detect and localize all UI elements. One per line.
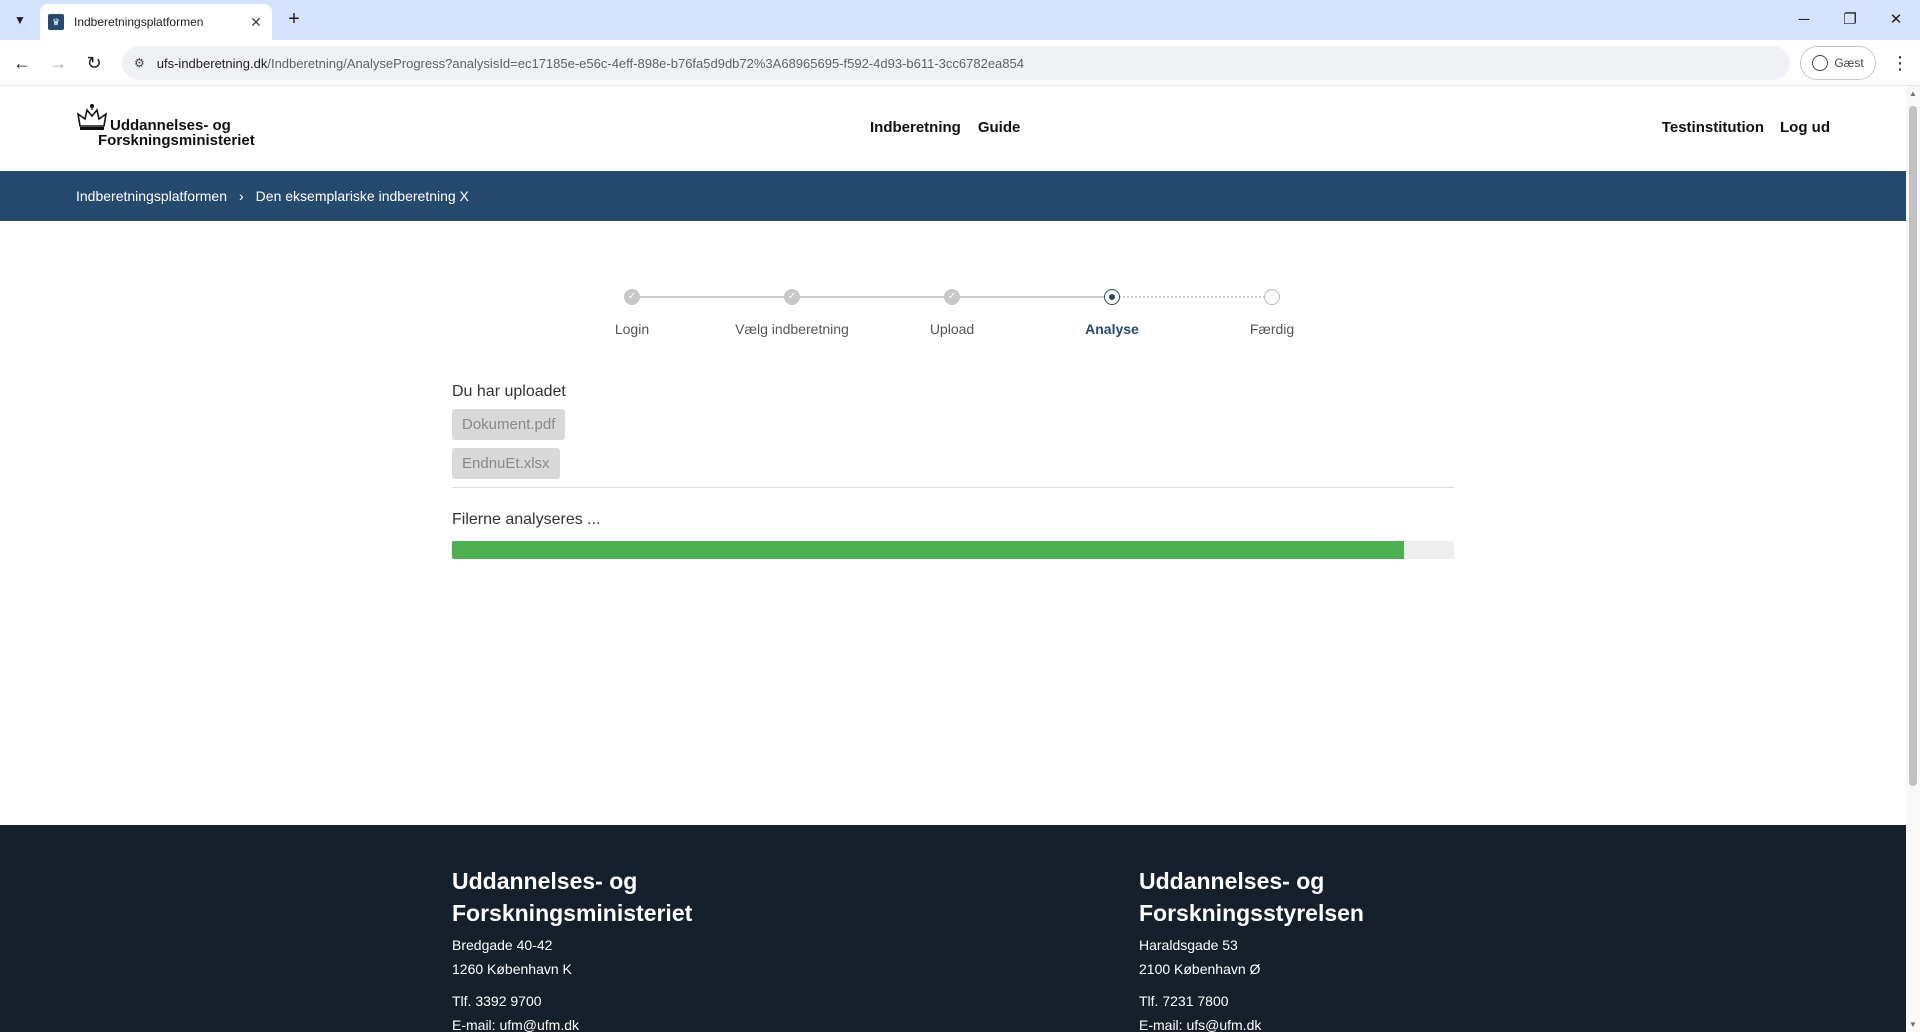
- close-window-icon[interactable]: ✕: [1878, 6, 1914, 34]
- tab-list-dropdown-icon[interactable]: ▼: [8, 8, 32, 32]
- nav-indberetning[interactable]: Indberetning: [870, 119, 961, 136]
- footer-ministry: Uddannelses- og Forskningsministeriet Bre…: [452, 865, 692, 1032]
- institution-link[interactable]: Testinstitution: [1662, 119, 1764, 136]
- new-tab-icon[interactable]: +: [282, 8, 306, 32]
- address-bar[interactable]: ⚙ ufs-indberetning.dk/Indberetning/Analy…: [122, 46, 1790, 80]
- page-viewport: Uddannelses- og Forskningsministeriet In…: [0, 86, 1906, 1032]
- upload-summary: Du har uploadet Dokument.pdf EndnuEt.xls…: [452, 383, 1454, 559]
- browser-tab-bar: ▼ ♛ Indberetningsplatformen ✕ + ─ ❐ ✕: [0, 0, 1920, 40]
- footer-agency: Uddannelses- og Forskningsstyrelsen Haral…: [1139, 865, 1364, 1032]
- ministry-logo[interactable]: Uddannelses- og Forskningsministeriet: [76, 102, 255, 148]
- progress-fill: [452, 541, 1404, 559]
- check-icon: ✓: [624, 289, 640, 305]
- analysis-status: Filerne analyseres ...: [452, 511, 601, 528]
- footer-address-1: Haraldsgade 53: [1139, 937, 1238, 953]
- check-icon: ✓: [944, 289, 960, 305]
- file-list: Dokument.pdf EndnuEt.xlsx: [452, 401, 1454, 479]
- progress-stepper: ✓ Login ✓ Vælg indberetning ✓ Upload Ana…: [600, 286, 1320, 346]
- scroll-down-icon[interactable]: ▼: [1908, 1020, 1918, 1029]
- browser-tab[interactable]: ♛ Indberetningsplatformen ✕: [40, 4, 272, 40]
- page-scrollbar[interactable]: ▲ ▼: [1906, 86, 1920, 1032]
- profile-icon: [1812, 55, 1829, 71]
- tab-title: Indberetningsplatformen: [74, 15, 204, 29]
- profile-label: Gæst: [1834, 56, 1864, 70]
- analysis-progress-bar: [452, 541, 1454, 559]
- footer-email[interactable]: E-mail: ufs@ufm.dk: [1139, 1013, 1364, 1032]
- file-chip: Dokument.pdf: [452, 409, 566, 440]
- user-nav: Testinstitution Log ud: [1662, 119, 1830, 136]
- breadcrumb: Indberetningsplatformen › Den eksemplari…: [0, 171, 1906, 221]
- uploaded-title: Du har uploadet: [452, 383, 566, 400]
- reload-icon[interactable]: ↻: [80, 49, 108, 77]
- favicon-icon: ♛: [48, 14, 64, 30]
- footer-email[interactable]: E-mail: ufm@ufm.dk: [452, 1013, 692, 1032]
- back-icon[interactable]: ←: [8, 49, 36, 77]
- nav-guide[interactable]: Guide: [978, 119, 1021, 136]
- scroll-thumb[interactable]: [1909, 106, 1917, 786]
- footer-phone: Tlf. 3392 9700: [452, 993, 542, 1009]
- file-chip: EndnuEt.xlsx: [452, 448, 560, 479]
- current-step-icon: [1104, 289, 1120, 305]
- footer-address-2: 2100 København Ø: [1139, 961, 1261, 977]
- step-upload: ✓ Upload: [929, 289, 975, 337]
- forward-icon[interactable]: →: [44, 49, 72, 77]
- step-analyse: Analyse: [1032, 286, 1192, 337]
- logo-line-2: Forskningsministeriet: [98, 132, 255, 149]
- logout-link[interactable]: Log ud: [1780, 119, 1830, 136]
- step-login: ✓ Login: [614, 289, 650, 337]
- footer-name-line2: Forskningsministeriet: [452, 900, 693, 926]
- profile-button[interactable]: Gæst: [1800, 46, 1876, 80]
- step-choose-report: ✓ Vælg indberetning: [735, 289, 849, 337]
- chevron-right-icon: ›: [239, 188, 244, 204]
- footer-name-line1: Uddannelses- og: [452, 868, 638, 894]
- footer-address-2: 1260 København K: [452, 961, 572, 977]
- breadcrumb-home[interactable]: Indberetningsplatformen: [76, 188, 227, 204]
- pending-step-icon: [1264, 289, 1280, 305]
- footer-name-line1: Uddannelses- og: [1139, 868, 1325, 894]
- footer-address-1: Bredgade 40-42: [452, 937, 553, 953]
- minimize-icon[interactable]: ─: [1786, 6, 1822, 34]
- logo-line-1: Uddannelses- og: [110, 117, 231, 134]
- main-nav: Indberetning Guide: [870, 119, 1020, 136]
- site-info-icon[interactable]: ⚙: [134, 56, 145, 70]
- browser-menu-icon[interactable]: ⋮: [1888, 49, 1912, 77]
- site-footer: Uddannelses- og Forskningsministeriet Bre…: [0, 825, 1906, 1032]
- footer-name-line2: Forskningsstyrelsen: [1139, 900, 1364, 926]
- check-icon: ✓: [784, 289, 800, 305]
- step-done: Færdig: [1192, 286, 1352, 337]
- footer-phone: Tlf. 7231 7800: [1139, 993, 1229, 1009]
- site-header: Uddannelses- og Forskningsministeriet In…: [0, 86, 1906, 171]
- url-text[interactable]: ufs-indberetning.dk/Indberetning/Analyse…: [157, 56, 1024, 71]
- browser-toolbar: ← → ↻ ⚙ ufs-indberetning.dk/Indberetning…: [0, 40, 1920, 86]
- restore-icon[interactable]: ❐: [1832, 6, 1868, 34]
- breadcrumb-current: Den eksemplariske indberetning X: [255, 188, 469, 204]
- divider: [452, 487, 1454, 488]
- scroll-up-icon[interactable]: ▲: [1908, 89, 1918, 98]
- tab-close-icon[interactable]: ✕: [248, 14, 264, 31]
